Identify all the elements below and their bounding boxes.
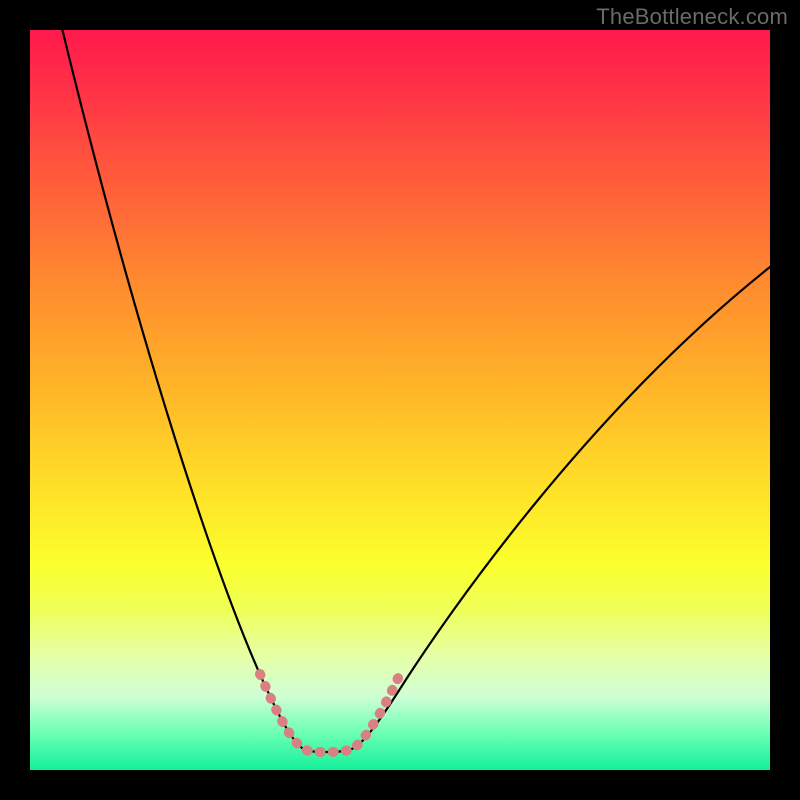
plot-area <box>30 30 770 770</box>
chart-frame: TheBottleneck.com <box>0 0 800 800</box>
curve-svg <box>30 30 770 770</box>
highlight-segment-path <box>260 674 400 752</box>
bottleneck-curve-path <box>60 30 770 752</box>
watermark-text: TheBottleneck.com <box>596 4 788 30</box>
